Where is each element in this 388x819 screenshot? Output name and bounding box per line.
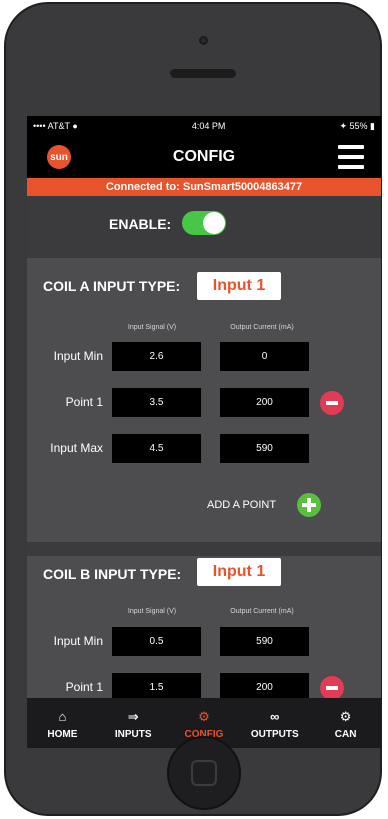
- enable-label: ENABLE:: [109, 216, 172, 232]
- home-button[interactable]: [167, 736, 241, 810]
- coil-b-input-min-signal[interactable]: 0.5: [112, 627, 201, 656]
- status-time: 4:04 PM: [191, 121, 226, 131]
- coil-a-input-min-current[interactable]: 0: [220, 342, 309, 371]
- gear-icon: ⚙: [198, 709, 210, 724]
- coil-a-col-input: Input Signal (V): [127, 324, 177, 331]
- tab-label: HOME: [47, 729, 78, 740]
- add-point-label[interactable]: ADD A POINT: [207, 499, 276, 511]
- coil-b-col-output: Output Current (mA): [230, 608, 294, 615]
- coil-a-row-label: Input Min: [53, 349, 103, 363]
- wifi-icon: ●: [72, 121, 78, 131]
- enable-row: ENABLE:: [27, 208, 381, 238]
- carrier-text: AT&T: [47, 121, 70, 131]
- app-screen: •••• AT&T ● 4:04 PM ✦ 55% ▮ sun CONFIG C…: [27, 116, 381, 748]
- coil-b-row-label: Input Min: [53, 634, 103, 648]
- tab-label: OUTPUTS: [250, 729, 299, 740]
- status-bar: •••• AT&T ● 4:04 PM ✦ 55% ▮: [27, 116, 381, 136]
- coil-a-label: COIL A INPUT TYPE:: [43, 278, 181, 294]
- coil-b-row-label: Point 1: [65, 680, 103, 694]
- inputs-icon: ⇒: [127, 709, 139, 724]
- coil-a-input-max-signal[interactable]: 4.5: [112, 434, 201, 463]
- signal-icon: ••••: [33, 121, 46, 131]
- tab-label: CAN: [334, 729, 357, 740]
- add-point-icon[interactable]: [297, 493, 321, 517]
- coil-a-point1-signal[interactable]: 3.5: [112, 388, 201, 417]
- tab-label: INPUTS: [114, 729, 152, 740]
- camera: [199, 36, 208, 45]
- tab-home[interactable]: ⌂ HOME: [27, 698, 98, 748]
- remove-point-icon[interactable]: [320, 391, 344, 415]
- page-title: CONFIG: [172, 148, 236, 165]
- coil-a-type-button[interactable]: Input 1: [197, 272, 281, 300]
- carrier-label: •••• AT&T ●: [33, 121, 78, 131]
- coil-a-col-output: Output Current (mA): [230, 324, 294, 331]
- coil-a-row-label: Input Max: [50, 441, 103, 455]
- tab-inputs[interactable]: ⇒ INPUTS: [98, 698, 169, 748]
- coil-a-row-label: Point 1: [65, 395, 103, 409]
- enable-toggle[interactable]: [182, 211, 226, 235]
- phone-frame: •••• AT&T ● 4:04 PM ✦ 55% ▮ sun CONFIG C…: [4, 2, 382, 816]
- battery-label: ✦ 55% ▮: [339, 121, 375, 132]
- coil-a-input-max-current[interactable]: 590: [220, 434, 309, 463]
- remove-point-icon[interactable]: [320, 676, 344, 700]
- coil-a-input-min-signal[interactable]: 2.6: [112, 342, 201, 371]
- battery-icon: ▮: [370, 120, 375, 131]
- toggle-knob: [203, 212, 225, 234]
- coil-b-col-input: Input Signal (V): [127, 608, 177, 615]
- coil-b-type-button[interactable]: Input 1: [197, 558, 281, 586]
- hamburger-menu-icon[interactable]: [338, 145, 364, 169]
- tab-can[interactable]: ⚙ CAN: [310, 698, 381, 748]
- battery-percent: 55%: [349, 120, 368, 131]
- home-square-icon: [191, 760, 217, 786]
- coil-b-input-min-current[interactable]: 590: [220, 627, 309, 656]
- speaker: [170, 69, 236, 78]
- can-icon: ⚙: [339, 709, 352, 724]
- bluetooth-icon: ✦: [339, 120, 347, 131]
- coil-a-panel: COIL A INPUT TYPE: Input 1 Input Signal …: [27, 258, 381, 542]
- coil-b-label: COIL B INPUT TYPE:: [43, 566, 182, 582]
- nav-bar: sun CONFIG: [27, 136, 381, 178]
- outputs-icon: ∞: [270, 709, 280, 724]
- connection-banner: Connected to: SunSmart50004863477: [27, 178, 381, 196]
- tab-outputs[interactable]: ∞ OUTPUTS: [239, 698, 310, 748]
- coil-a-point1-current[interactable]: 200: [220, 388, 309, 417]
- home-icon: ⌂: [58, 709, 67, 724]
